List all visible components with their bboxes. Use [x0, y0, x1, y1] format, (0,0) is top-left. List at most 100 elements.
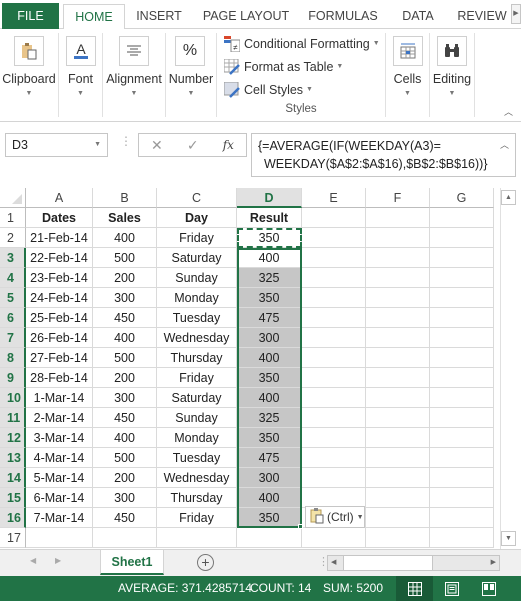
column-header-e[interactable]: E — [302, 188, 366, 208]
tab-page-layout[interactable]: PAGE LAYOUT — [198, 4, 294, 29]
cell-d6[interactable]: 475 — [237, 308, 302, 328]
cell-g1[interactable] — [430, 208, 494, 228]
cell-d14[interactable]: 300 — [237, 468, 302, 488]
cell-d10[interactable]: 400 — [237, 388, 302, 408]
row-header-8[interactable]: 8 — [0, 348, 26, 368]
cell-g4[interactable] — [430, 268, 494, 288]
cell-c1[interactable]: Day — [157, 208, 237, 228]
tab-file[interactable]: FILE — [2, 3, 59, 29]
cell-e15[interactable] — [302, 488, 366, 508]
page-layout-view-button[interactable] — [433, 576, 470, 601]
row-header-1[interactable]: 1 — [0, 208, 26, 228]
formula-bar-resize-handle[interactable]: ⋮ — [120, 134, 132, 148]
cell-a12[interactable]: 3-Mar-14 — [26, 428, 93, 448]
cell-c11[interactable]: Sunday — [157, 408, 237, 428]
cell-styles-button[interactable]: Cell Styles ▼ — [223, 80, 313, 100]
cell-a10[interactable]: 1-Mar-14 — [26, 388, 93, 408]
cell-g8[interactable] — [430, 348, 494, 368]
cell-g12[interactable] — [430, 428, 494, 448]
cell-b9[interactable]: 200 — [93, 368, 157, 388]
chevron-down-icon[interactable]: ▼ — [94, 134, 101, 156]
cell-a5[interactable]: 24-Feb-14 — [26, 288, 93, 308]
column-header-a[interactable]: A — [26, 188, 93, 208]
cell-f2[interactable] — [366, 228, 430, 248]
row-header-11[interactable]: 11 — [0, 408, 26, 428]
cell-b1[interactable]: Sales — [93, 208, 157, 228]
cell-d1[interactable]: Result — [237, 208, 302, 228]
cell-c12[interactable]: Monday — [157, 428, 237, 448]
row-header-17[interactable]: 17 — [0, 528, 26, 548]
tab-data[interactable]: DATA — [394, 4, 442, 29]
insert-function-icon[interactable]: fx — [223, 138, 234, 152]
cell-b15[interactable]: 300 — [93, 488, 157, 508]
tab-review[interactable]: REVIEW — [452, 4, 512, 29]
cell-c10[interactable]: Saturday — [157, 388, 237, 408]
name-box[interactable]: D3 ▼ — [5, 133, 108, 157]
cells-group[interactable]: Cells ▼ — [386, 33, 430, 117]
cell-d2[interactable]: 350 — [237, 228, 302, 248]
cell-e1[interactable] — [302, 208, 366, 228]
row-header-7[interactable]: 7 — [0, 328, 26, 348]
cell-c17[interactable] — [157, 528, 237, 548]
tab-formulas[interactable]: FORMULAS — [303, 4, 383, 29]
cell-e13[interactable] — [302, 448, 366, 468]
conditional-formatting-button[interactable]: ≠ Conditional Formatting ▼ — [224, 34, 380, 54]
row-header-9[interactable]: 9 — [0, 368, 26, 388]
cell-e12[interactable] — [302, 428, 366, 448]
add-sheet-icon[interactable]: + — [197, 554, 214, 571]
cell-e2[interactable] — [302, 228, 366, 248]
paste-options-button[interactable]: (Ctrl) ▼ — [305, 506, 365, 528]
fill-handle[interactable] — [298, 524, 303, 529]
cell-b3[interactable]: 500 — [93, 248, 157, 268]
worksheet-grid[interactable]: A B C D E F G 1 Dates Sales Day Result 2 21-Feb-14 400… — [0, 188, 500, 548]
cell-g5[interactable] — [430, 288, 494, 308]
cell-d9[interactable]: 350 — [237, 368, 302, 388]
cell-g13[interactable] — [430, 448, 494, 468]
cell-g16[interactable] — [430, 508, 494, 528]
cell-f5[interactable] — [366, 288, 430, 308]
cell-b11[interactable]: 450 — [93, 408, 157, 428]
cell-f16[interactable] — [366, 508, 430, 528]
cell-c5[interactable]: Monday — [157, 288, 237, 308]
column-header-b[interactable]: B — [93, 188, 157, 208]
cell-a15[interactable]: 6-Mar-14 — [26, 488, 93, 508]
cell-f12[interactable] — [366, 428, 430, 448]
cell-c16[interactable]: Friday — [157, 508, 237, 528]
page-break-view-button[interactable] — [470, 576, 507, 601]
cell-e3[interactable] — [302, 248, 366, 268]
cell-c15[interactable]: Thursday — [157, 488, 237, 508]
cell-a8[interactable]: 27-Feb-14 — [26, 348, 93, 368]
cell-f11[interactable] — [366, 408, 430, 428]
cell-f6[interactable] — [366, 308, 430, 328]
cell-c8[interactable]: Thursday — [157, 348, 237, 368]
cell-a13[interactable]: 4-Mar-14 — [26, 448, 93, 468]
cell-e7[interactable] — [302, 328, 366, 348]
cell-a3[interactable]: 22-Feb-14 — [26, 248, 93, 268]
cell-f3[interactable] — [366, 248, 430, 268]
tab-scroll-right-button[interactable]: ▶ — [511, 4, 521, 24]
cell-f13[interactable] — [366, 448, 430, 468]
alignment-group[interactable]: Alignment ▼ — [103, 33, 166, 117]
cell-f7[interactable] — [366, 328, 430, 348]
cell-g14[interactable] — [430, 468, 494, 488]
cell-a2[interactable]: 21-Feb-14 — [26, 228, 93, 248]
cell-d5[interactable]: 350 — [237, 288, 302, 308]
select-all-button[interactable] — [0, 188, 26, 208]
cell-c9[interactable]: Friday — [157, 368, 237, 388]
sheet-nav-prev-icon[interactable]: ◀ — [30, 556, 36, 565]
cell-c2[interactable]: Friday — [157, 228, 237, 248]
cell-d3[interactable]: 400 — [237, 248, 302, 268]
scroll-right-button[interactable]: ▶ — [491, 558, 496, 566]
cell-b12[interactable]: 400 — [93, 428, 157, 448]
font-group[interactable]: A Font ▼ — [59, 33, 103, 117]
cell-b7[interactable]: 400 — [93, 328, 157, 348]
number-group[interactable]: % Number ▼ — [166, 33, 217, 117]
cell-e11[interactable] — [302, 408, 366, 428]
cell-a1[interactable]: Dates — [26, 208, 93, 228]
cell-c13[interactable]: Tuesday — [157, 448, 237, 468]
scroll-left-button[interactable]: ◀ — [331, 558, 336, 566]
cell-b14[interactable]: 200 — [93, 468, 157, 488]
vertical-scrollbar[interactable]: ▲ ▼ — [500, 188, 517, 550]
cell-e10[interactable] — [302, 388, 366, 408]
row-header-3[interactable]: 3 — [0, 248, 26, 268]
